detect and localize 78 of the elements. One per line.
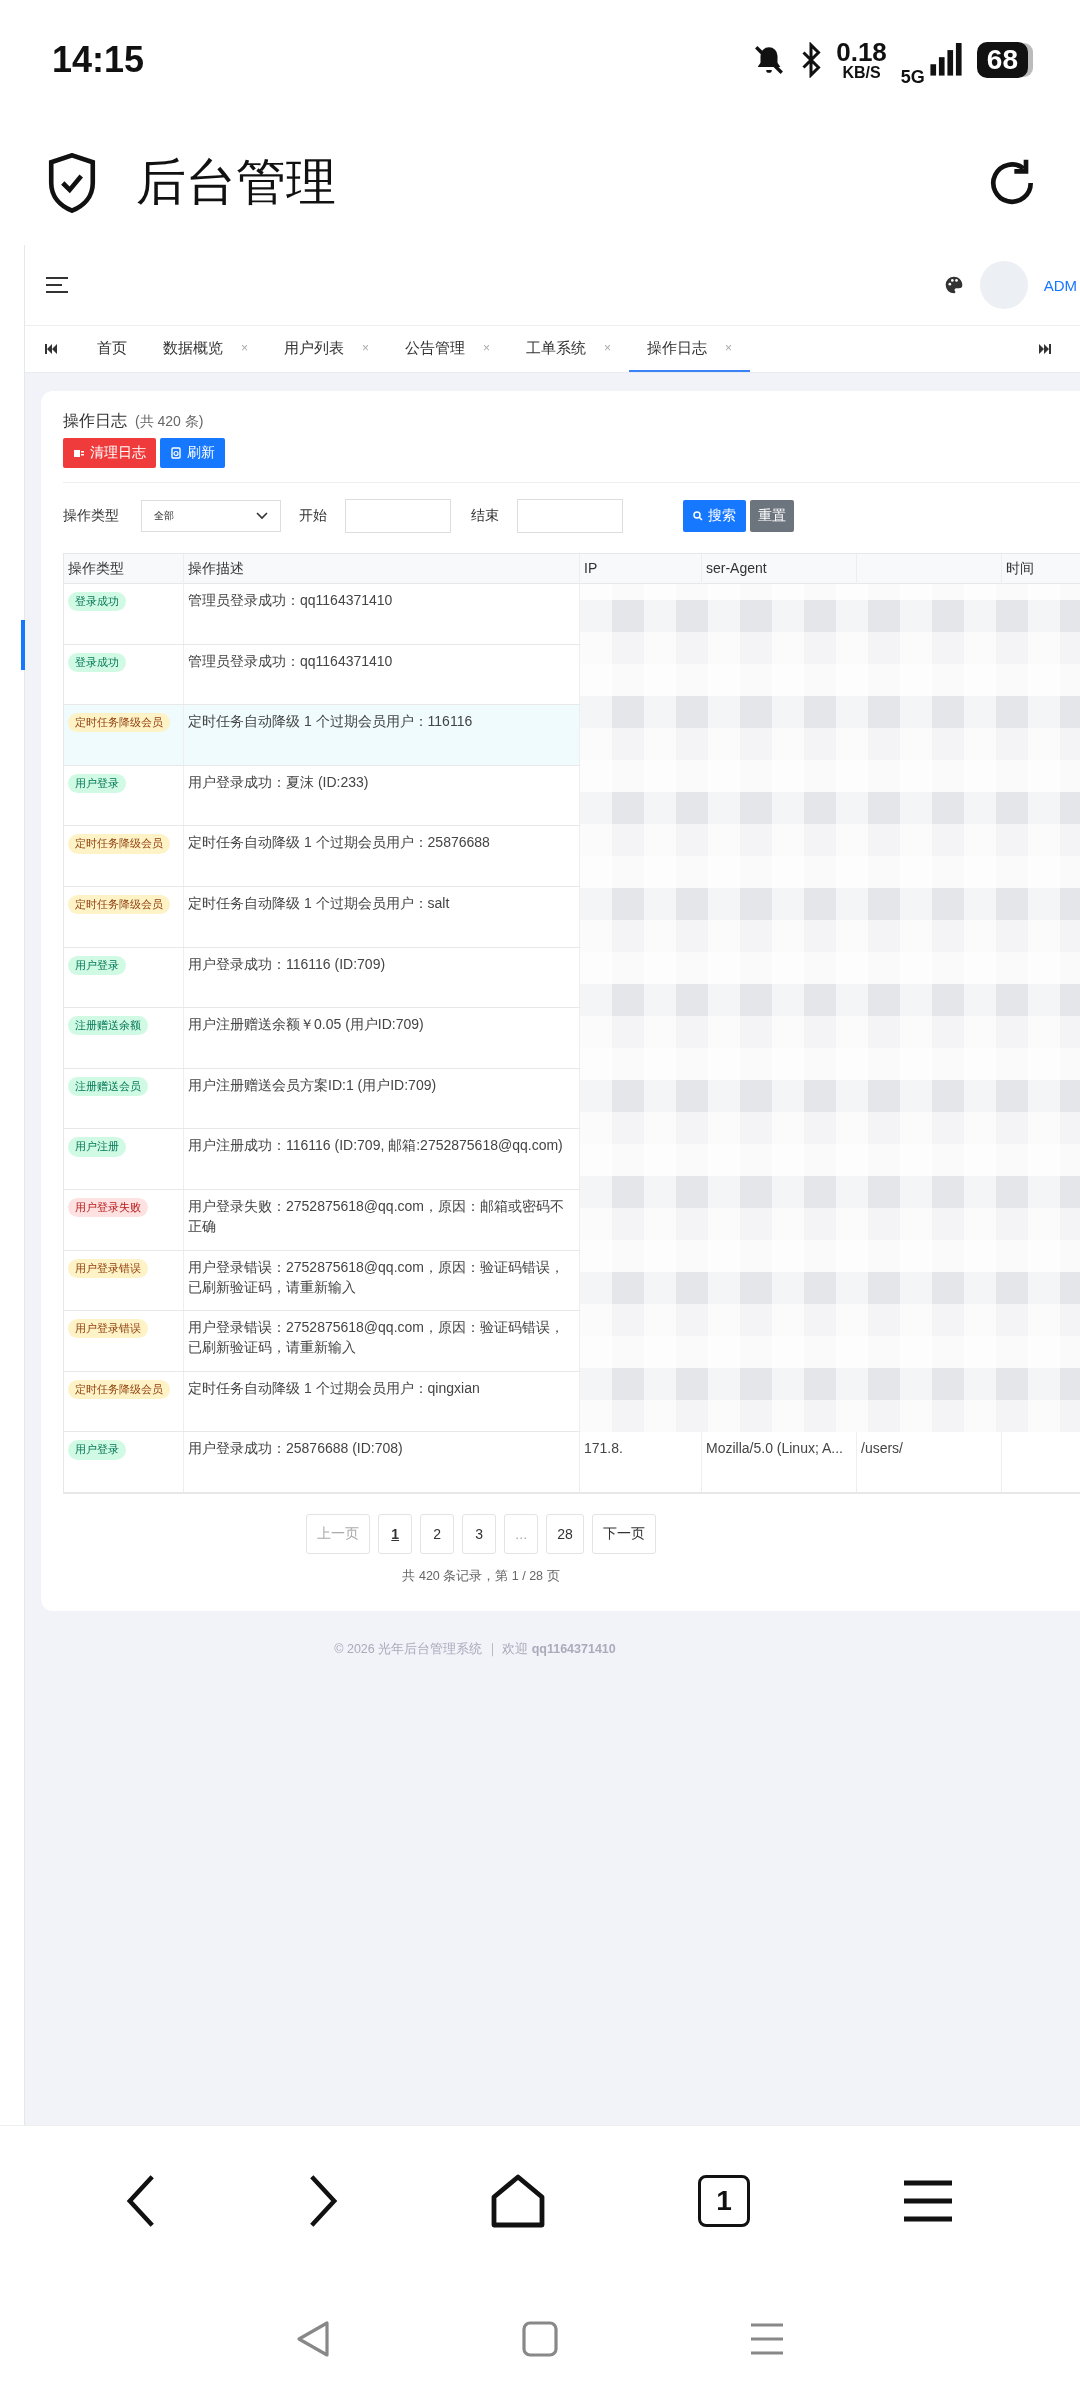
filter-label: 开始 bbox=[299, 507, 327, 525]
table-cell: 用户登录错误：2752875618@qq.com，原因：验证码错误，已刷新验证码，请重新输入 bbox=[188, 1319, 564, 1356]
type-select[interactable]: 全部 bbox=[141, 500, 281, 532]
page-number-button[interactable]: 3 bbox=[462, 1513, 497, 1554]
page-summary: 共 420 条记录，第 1 / 28 页 bbox=[402, 1568, 560, 1583]
page-number-button[interactable]: 28 bbox=[546, 1513, 584, 1554]
type-tag: 用户注册 bbox=[68, 1137, 126, 1157]
user-name[interactable]: ADM bbox=[1043, 276, 1077, 294]
reset-button[interactable]: 重置 bbox=[750, 500, 794, 532]
table-cell: 定时任务自动降级 1 个过期会员用户：qingxian bbox=[188, 1379, 480, 1396]
skip-forward-icon[interactable] bbox=[1039, 343, 1051, 355]
network-speed: 0.18 KB/S bbox=[836, 39, 887, 81]
table-cell: 定时任务自动降级 1 个过期会员用户：116116 bbox=[188, 713, 473, 730]
trash-icon bbox=[73, 447, 85, 459]
bluetooth-icon bbox=[800, 42, 823, 78]
type-tag: 用户登录 bbox=[68, 773, 126, 793]
type-tag: 用户登录 bbox=[68, 1440, 126, 1460]
table-cell: 用户注册赠送余额￥0.05 (用户ID:709) bbox=[188, 1016, 424, 1033]
search-icon bbox=[693, 511, 703, 521]
chevron-down-icon bbox=[256, 512, 268, 520]
tab-count-button[interactable]: 1 bbox=[698, 2175, 750, 2227]
end-date-field[interactable] bbox=[517, 499, 623, 533]
type-tag: 注册赠送会员 bbox=[68, 1076, 148, 1096]
start-date-field[interactable] bbox=[345, 499, 451, 533]
type-tag: 注册赠送余额 bbox=[68, 1016, 148, 1036]
type-tag: 用户登录错误 bbox=[68, 1258, 148, 1278]
menu-icon[interactable] bbox=[45, 276, 69, 294]
signal-icon bbox=[928, 42, 963, 78]
table-cell: 管理员登录成功：qq1164371410 bbox=[188, 652, 393, 669]
page-number-button[interactable]: 1 bbox=[378, 1513, 413, 1554]
app-title: 后台管理 bbox=[136, 153, 337, 212]
table-cell: 171.8. bbox=[584, 1440, 623, 1457]
page-tab[interactable]: 用户列表 × bbox=[266, 326, 388, 372]
page-tab[interactable]: 操作日志 × bbox=[629, 326, 751, 372]
filter-label: 操作类型 bbox=[63, 507, 119, 525]
palette-icon[interactable] bbox=[943, 275, 964, 295]
table-cell: Mozilla/5.0 (Linux; A... bbox=[706, 1440, 843, 1457]
type-tag: 定时任务降级会员 bbox=[68, 894, 170, 915]
table-cell: /users/ bbox=[861, 1440, 903, 1457]
back-icon[interactable] bbox=[126, 2173, 156, 2229]
clear-log-button[interactable]: 清理日志 bbox=[63, 438, 156, 468]
record-count: (共 420 条) bbox=[135, 413, 204, 431]
table-cell: 用户登录成功：夏沫 (ID:233) bbox=[188, 773, 369, 790]
page-tab[interactable]: 公告管理 × bbox=[387, 326, 509, 372]
card-title: 操作日志 bbox=[63, 411, 127, 431]
table-cell: 定时任务自动降级 1 个过期会员用户：salt bbox=[188, 894, 450, 911]
search-button[interactable]: 搜索 bbox=[683, 500, 746, 532]
type-tag: 用户登录错误 bbox=[68, 1319, 148, 1339]
forward-icon[interactable] bbox=[308, 2173, 338, 2229]
page-number-button[interactable]: 2 bbox=[420, 1513, 455, 1554]
network-type: 5G bbox=[900, 66, 925, 88]
home-icon[interactable] bbox=[490, 2173, 546, 2229]
table-cell: 用户登录错误：2752875618@qq.com，原因：验证码错误，已刷新验证码，请重新输入 bbox=[188, 1258, 564, 1295]
type-tag: 定时任务降级会员 bbox=[68, 1379, 170, 1399]
table-cell: 用户登录成功：25876688 (ID:708) bbox=[188, 1440, 403, 1457]
type-tag: 定时任务降级会员 bbox=[68, 713, 170, 733]
document-icon bbox=[170, 447, 182, 459]
table-cell: 管理员登录成功：qq1164371410 bbox=[188, 592, 393, 608]
page-tab[interactable]: 数据概览 × bbox=[145, 326, 266, 372]
type-tag: 用户登录失败 bbox=[68, 1197, 148, 1218]
status-time: 14:15 bbox=[52, 39, 145, 81]
menu-icon[interactable] bbox=[902, 2179, 954, 2223]
table-cell: 定时任务自动降级 1 个过期会员用户：25876688 bbox=[188, 834, 490, 851]
type-tag: 登录成功 bbox=[68, 652, 126, 672]
type-tag: 登录成功 bbox=[68, 592, 126, 612]
skip-back-icon[interactable] bbox=[45, 343, 57, 355]
footer-text: © 2026 光年后台管理系统 ｜ 欢迎 qq1164371410 bbox=[334, 1641, 616, 1656]
filter-label: 结束 bbox=[471, 507, 499, 525]
table-cell: 用户登录成功：116116 (ID:709) bbox=[188, 955, 386, 972]
table-cell: 用户登录失败：2752875618@qq.com，原因：邮箱或密码不正确 bbox=[188, 1197, 564, 1235]
page-tab[interactable]: 工单系统 × bbox=[508, 326, 630, 372]
next-page-button[interactable]: 下一页 bbox=[591, 1513, 656, 1554]
type-tag: 用户登录 bbox=[68, 955, 126, 975]
table-cell: 用户注册成功：116116 (ID:709, 邮箱:2752875618@qq.com) bbox=[188, 1137, 563, 1154]
page-tab[interactable]: 首页 bbox=[79, 326, 145, 372]
type-tag: 定时任务降级会员 bbox=[68, 834, 170, 854]
refresh-button[interactable]: 刷新 bbox=[160, 438, 225, 468]
table-cell: 用户注册赠送会员方案ID:1 (用户ID:709) bbox=[188, 1076, 437, 1093]
